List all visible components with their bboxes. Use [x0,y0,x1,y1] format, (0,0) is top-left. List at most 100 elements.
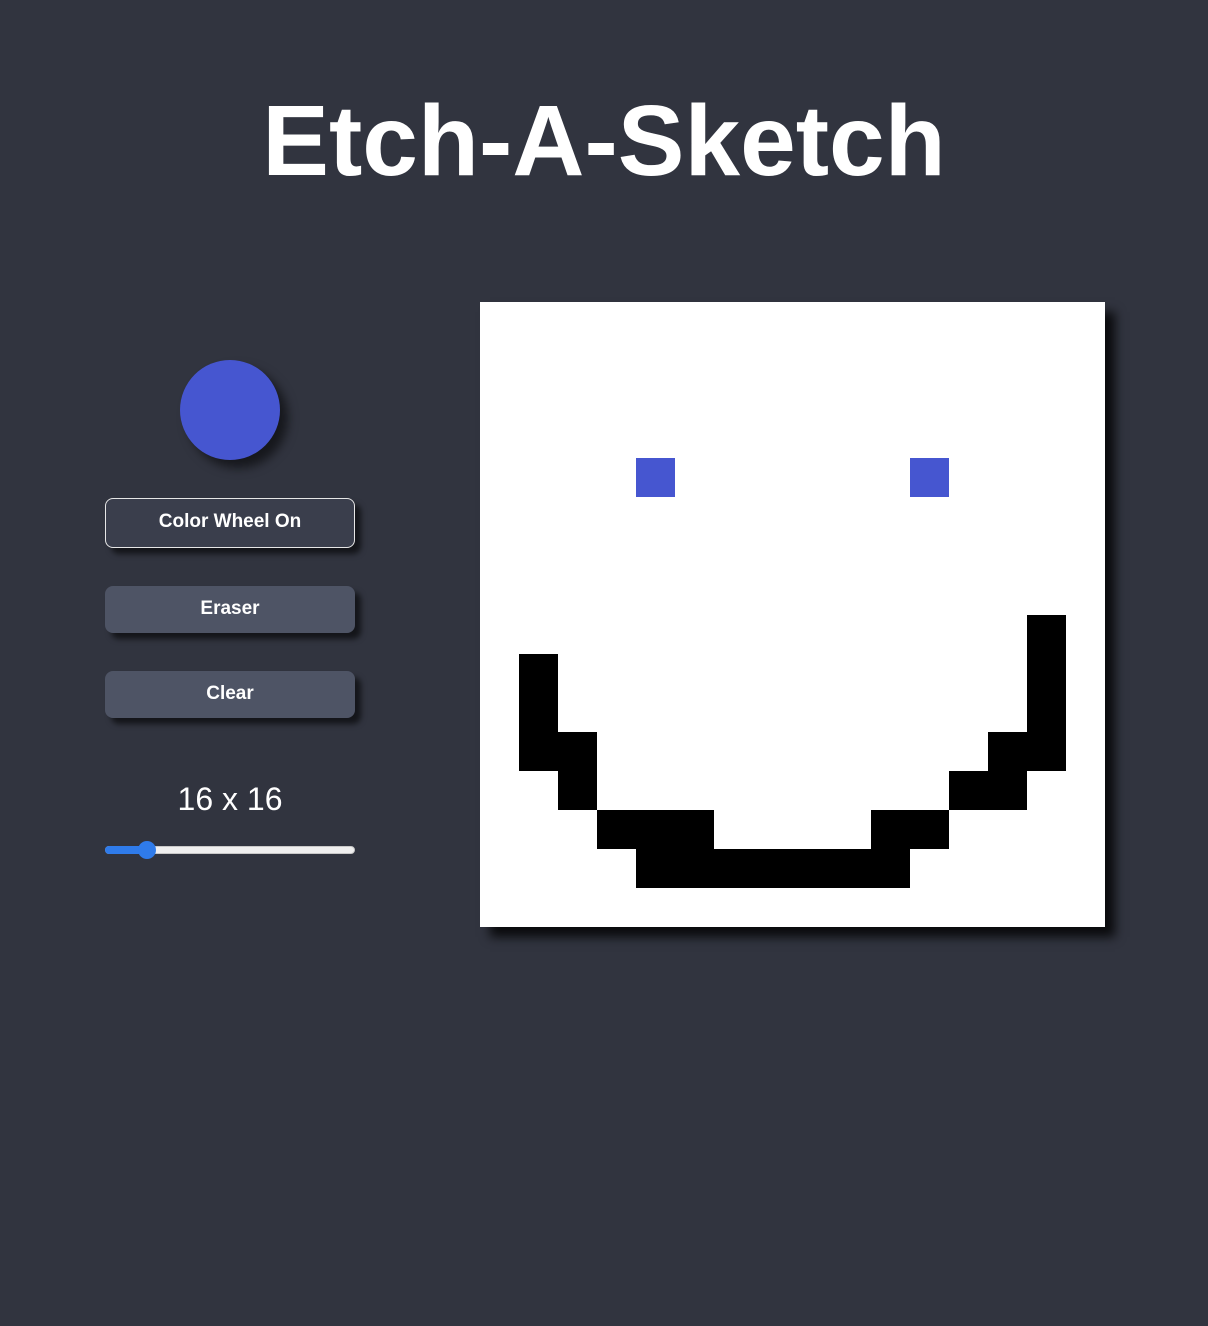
grid-cell[interactable] [831,887,871,927]
grid-cell[interactable] [675,809,715,849]
color-picker-swatch[interactable] [180,360,280,460]
grid-cell[interactable] [987,770,1027,810]
grid-cell[interactable] [831,770,871,810]
grid-cell[interactable] [597,341,637,381]
grid-cell[interactable] [870,614,910,654]
grid-cell[interactable] [1065,614,1105,654]
grid-cell[interactable] [870,731,910,771]
grid-cell[interactable] [753,770,793,810]
grid-cell[interactable] [714,731,754,771]
grid-cell[interactable] [480,380,520,420]
grid-cell[interactable] [636,731,676,771]
grid-cell[interactable] [753,653,793,693]
grid-cell[interactable] [1026,887,1066,927]
grid-cell[interactable] [1065,692,1105,732]
grid-cell[interactable] [948,497,988,537]
grid-cell[interactable] [831,536,871,576]
grid-cell[interactable] [753,341,793,381]
grid-cell[interactable] [675,341,715,381]
grid-cell[interactable] [519,380,559,420]
grid-cell[interactable] [636,692,676,732]
grid-cell[interactable] [792,692,832,732]
grid-cell[interactable] [519,809,559,849]
grid-cell[interactable] [987,848,1027,888]
grid-cell[interactable] [831,575,871,615]
grid-cell[interactable] [987,419,1027,459]
grid-cell[interactable] [480,497,520,537]
grid-cell[interactable] [753,497,793,537]
grid-cell[interactable] [987,497,1027,537]
grid-cell[interactable] [870,380,910,420]
grid-cell[interactable] [597,848,637,888]
grid-cell[interactable] [948,458,988,498]
grid-cell[interactable] [909,575,949,615]
grid-cell[interactable] [1026,341,1066,381]
grid-cell[interactable] [1065,497,1105,537]
grid-cell[interactable] [753,458,793,498]
grid-cell[interactable] [597,575,637,615]
grid-cell[interactable] [714,887,754,927]
grid-cell[interactable] [831,380,871,420]
grid-cell[interactable] [1026,536,1066,576]
grid-cell[interactable] [753,692,793,732]
grid-cell[interactable] [948,770,988,810]
grid-cell[interactable] [480,809,520,849]
grid-cell[interactable] [792,458,832,498]
grid-cell[interactable] [792,653,832,693]
grid-cell[interactable] [597,887,637,927]
grid-cell[interactable] [1065,809,1105,849]
grid-cell[interactable] [597,302,637,342]
grid-cell[interactable] [558,341,598,381]
grid-cell[interactable] [870,575,910,615]
grid-cell[interactable] [909,731,949,771]
grid-cell[interactable] [636,536,676,576]
grid-cell[interactable] [558,848,598,888]
grid-cell[interactable] [636,419,676,459]
grid-cell[interactable] [480,887,520,927]
grid-cell[interactable] [753,302,793,342]
grid-cell[interactable] [675,575,715,615]
grid-cell[interactable] [909,770,949,810]
grid-cell[interactable] [714,848,754,888]
grid-cell[interactable] [558,770,598,810]
grid-cell[interactable] [1065,848,1105,888]
grid-cell[interactable] [831,614,871,654]
grid-cell[interactable] [597,731,637,771]
grid-cell[interactable] [987,341,1027,381]
grid-cell[interactable] [480,848,520,888]
grid-cell[interactable] [519,653,559,693]
grid-cell[interactable] [753,614,793,654]
grid-cell[interactable] [792,731,832,771]
grid-cell[interactable] [714,614,754,654]
grid-cell[interactable] [1065,419,1105,459]
grid-cell[interactable] [714,341,754,381]
grid-cell[interactable] [831,497,871,537]
grid-cell[interactable] [636,848,676,888]
slider-thumb[interactable] [138,841,157,859]
grid-cell[interactable] [753,419,793,459]
grid-cell[interactable] [1026,731,1066,771]
grid-cell[interactable] [948,341,988,381]
grid-cell[interactable] [597,653,637,693]
grid-cell[interactable] [909,848,949,888]
grid-cell[interactable] [480,770,520,810]
grid-cell[interactable] [792,536,832,576]
clear-button[interactable]: Clear [105,671,355,718]
grid-cell[interactable] [792,575,832,615]
eraser-button[interactable]: Eraser [105,586,355,633]
grid-cell[interactable] [870,887,910,927]
grid-cell[interactable] [597,380,637,420]
grid-cell[interactable] [909,809,949,849]
grid-cell[interactable] [987,575,1027,615]
grid-cell[interactable] [909,653,949,693]
grid-cell[interactable] [597,770,637,810]
grid-cell[interactable] [636,770,676,810]
grid-cell[interactable] [987,887,1027,927]
grid-cell[interactable] [753,380,793,420]
grid-cell[interactable] [636,653,676,693]
grid-cell[interactable] [1026,458,1066,498]
grid-cell[interactable] [792,341,832,381]
grid-cell[interactable] [1065,458,1105,498]
grid-cell[interactable] [948,536,988,576]
grid-cell[interactable] [675,887,715,927]
